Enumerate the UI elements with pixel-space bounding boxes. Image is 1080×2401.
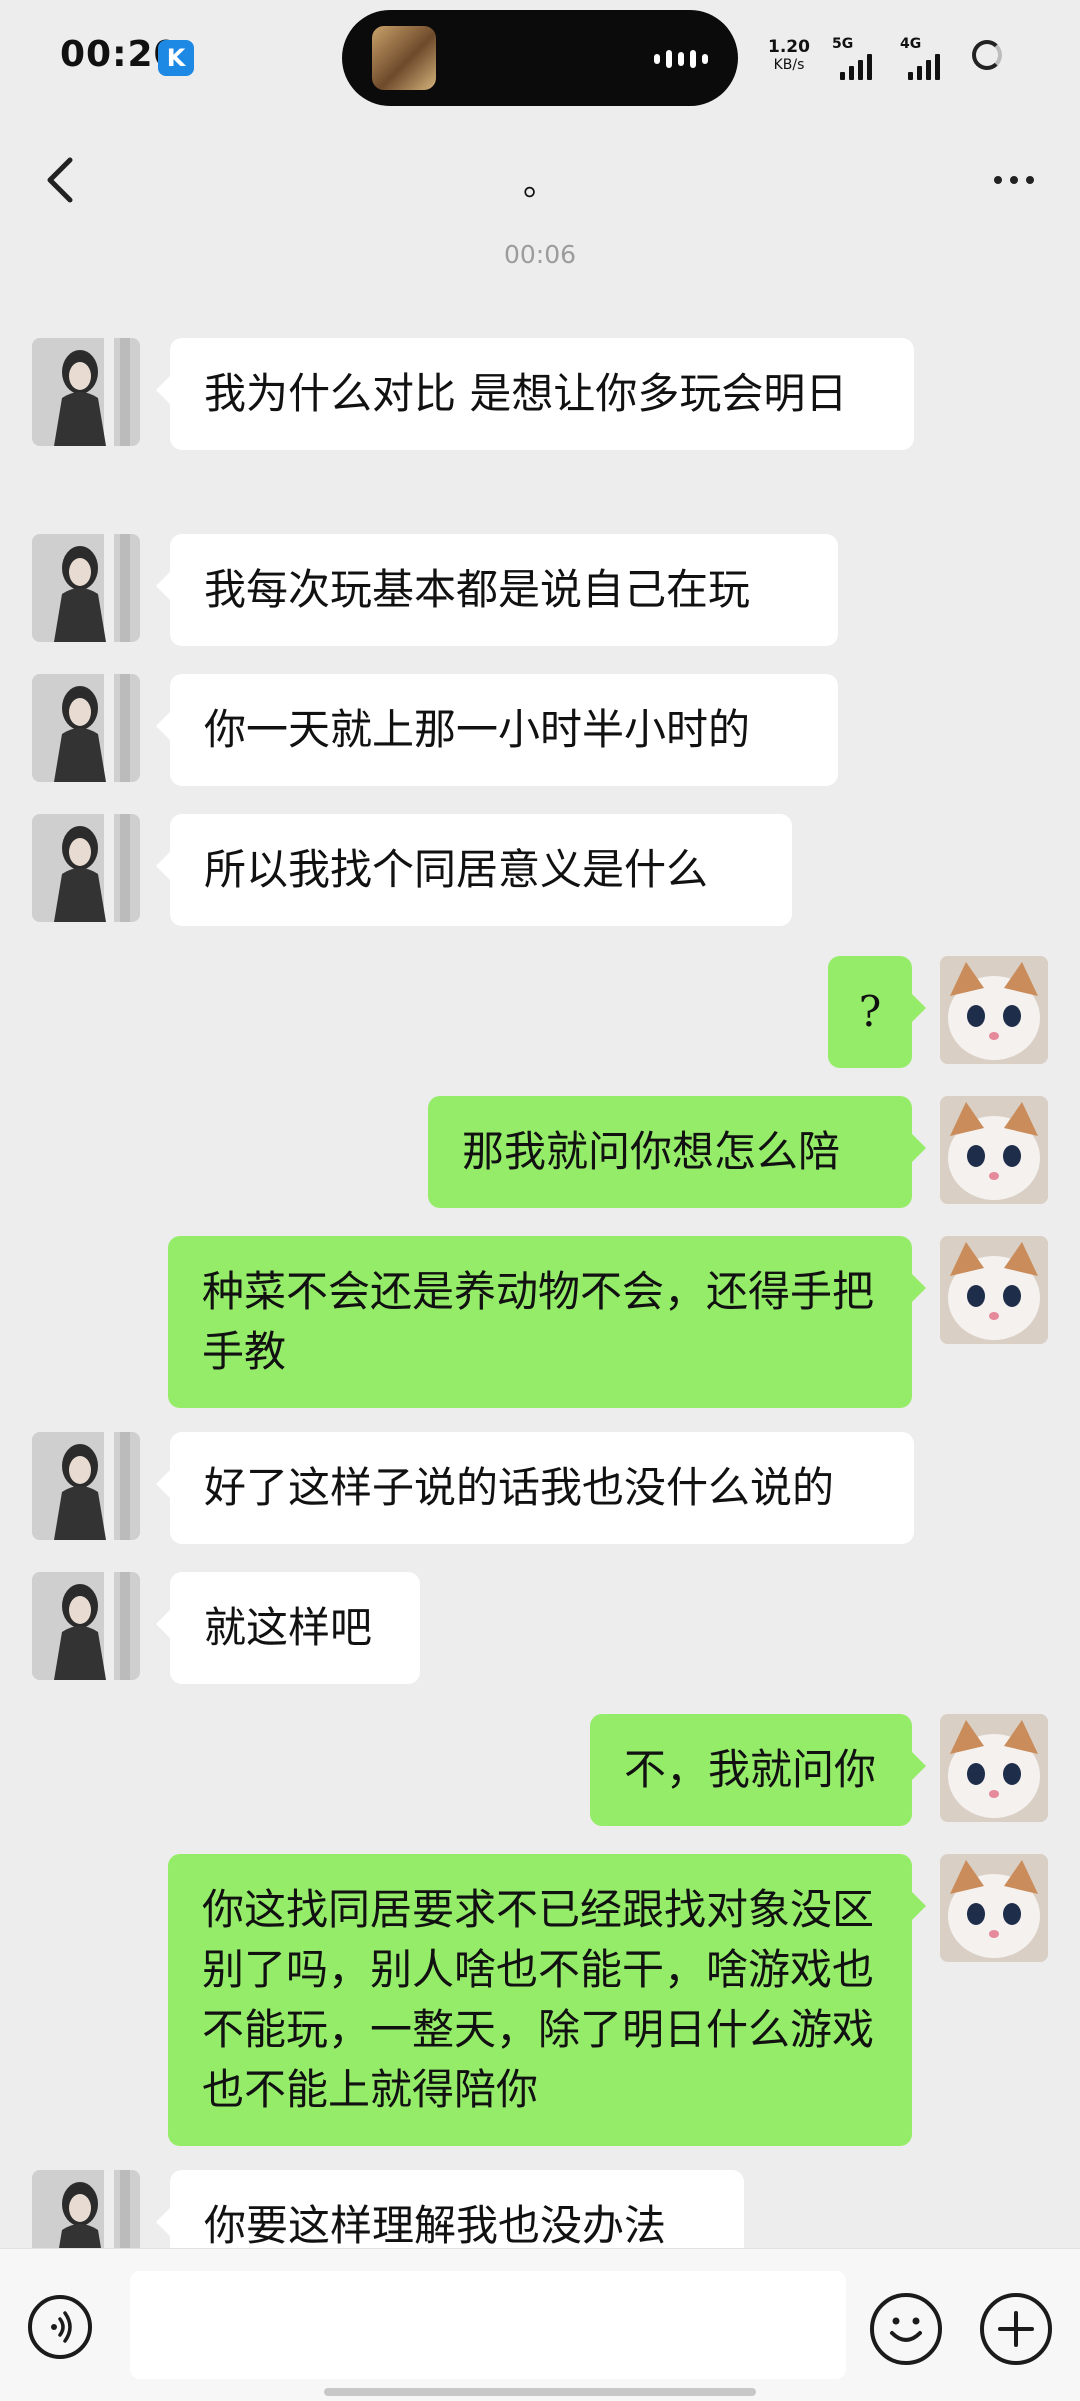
my-avatar[interactable] (940, 1236, 1048, 1344)
status-bar: 00:20 K 1.20 KB/s 5G 4G (0, 0, 1080, 120)
outgoing-message-bubble[interactable]: 你这找同居要求不已经跟找对象没区别了吗，别人啥也不能干，啥游戏也不能玩，一整天，… (168, 1854, 926, 2146)
home-indicator[interactable] (324, 2388, 756, 2396)
chat-input-bar (0, 2248, 1080, 2401)
app-badge-icon: K (158, 40, 194, 76)
voice-icon (51, 2311, 72, 2343)
plus-icon (998, 2311, 1034, 2347)
outgoing-message-bubble[interactable]: 那我就问你想怎么陪 (428, 1096, 926, 1208)
incoming-message-bubble[interactable]: 我每次玩基本都是说自己在玩 (156, 534, 838, 646)
my-avatar[interactable] (940, 1854, 1048, 1962)
my-avatar[interactable] (940, 956, 1048, 1064)
chevron-left-icon (47, 157, 73, 203)
battery-ring-icon (972, 40, 1002, 70)
incoming-message-bubble[interactable]: 所以我找个同居意义是什么 (156, 814, 792, 926)
more-dot-icon (1026, 176, 1034, 184)
message-input[interactable] (130, 2271, 846, 2379)
emoji-icon (890, 2317, 922, 2342)
incoming-message-bubble[interactable]: 就这样吧 (156, 1572, 420, 1684)
audio-wave-icon (654, 50, 708, 68)
contact-avatar[interactable] (32, 1432, 140, 1540)
outgoing-message-bubble[interactable]: 不，我就问你 (590, 1714, 926, 1826)
contact-avatar[interactable] (32, 814, 140, 922)
contact-avatar[interactable] (32, 674, 140, 782)
outgoing-message-bubble[interactable]: ? (828, 956, 926, 1068)
more-options-button[interactable] (984, 150, 1044, 210)
incoming-message-bubble[interactable]: 我为什么对比 是想让你多玩会明日 (156, 338, 914, 450)
outgoing-message-bubble[interactable]: 种菜不会还是养动物不会，还得手把手教 (168, 1236, 926, 1408)
network-speed: 1.20 KB/s (768, 37, 810, 73)
message-timestamp: 00:06 (503, 240, 577, 269)
incoming-message-bubble[interactable]: 好了这样子说的话我也没什么说的 (156, 1432, 914, 1544)
chat-title: 。 (523, 164, 557, 204)
voice-input-button[interactable] (28, 2295, 92, 2359)
my-avatar[interactable] (940, 1096, 1048, 1204)
now-playing-cover (372, 26, 436, 90)
incoming-message-bubble[interactable]: 你一天就上那一小时半小时的 (156, 674, 838, 786)
more-functions-button[interactable] (980, 2293, 1052, 2365)
back-button[interactable] (36, 150, 86, 210)
more-dot-icon (1010, 176, 1018, 184)
my-avatar[interactable] (940, 1714, 1048, 1822)
more-dot-icon (994, 176, 1002, 184)
contact-avatar[interactable] (32, 338, 140, 446)
dynamic-island[interactable] (342, 10, 738, 106)
emoji-button[interactable] (870, 2293, 942, 2365)
contact-avatar[interactable] (32, 534, 140, 642)
chat-header: 。 (0, 120, 1080, 238)
contact-avatar[interactable] (32, 1572, 140, 1680)
